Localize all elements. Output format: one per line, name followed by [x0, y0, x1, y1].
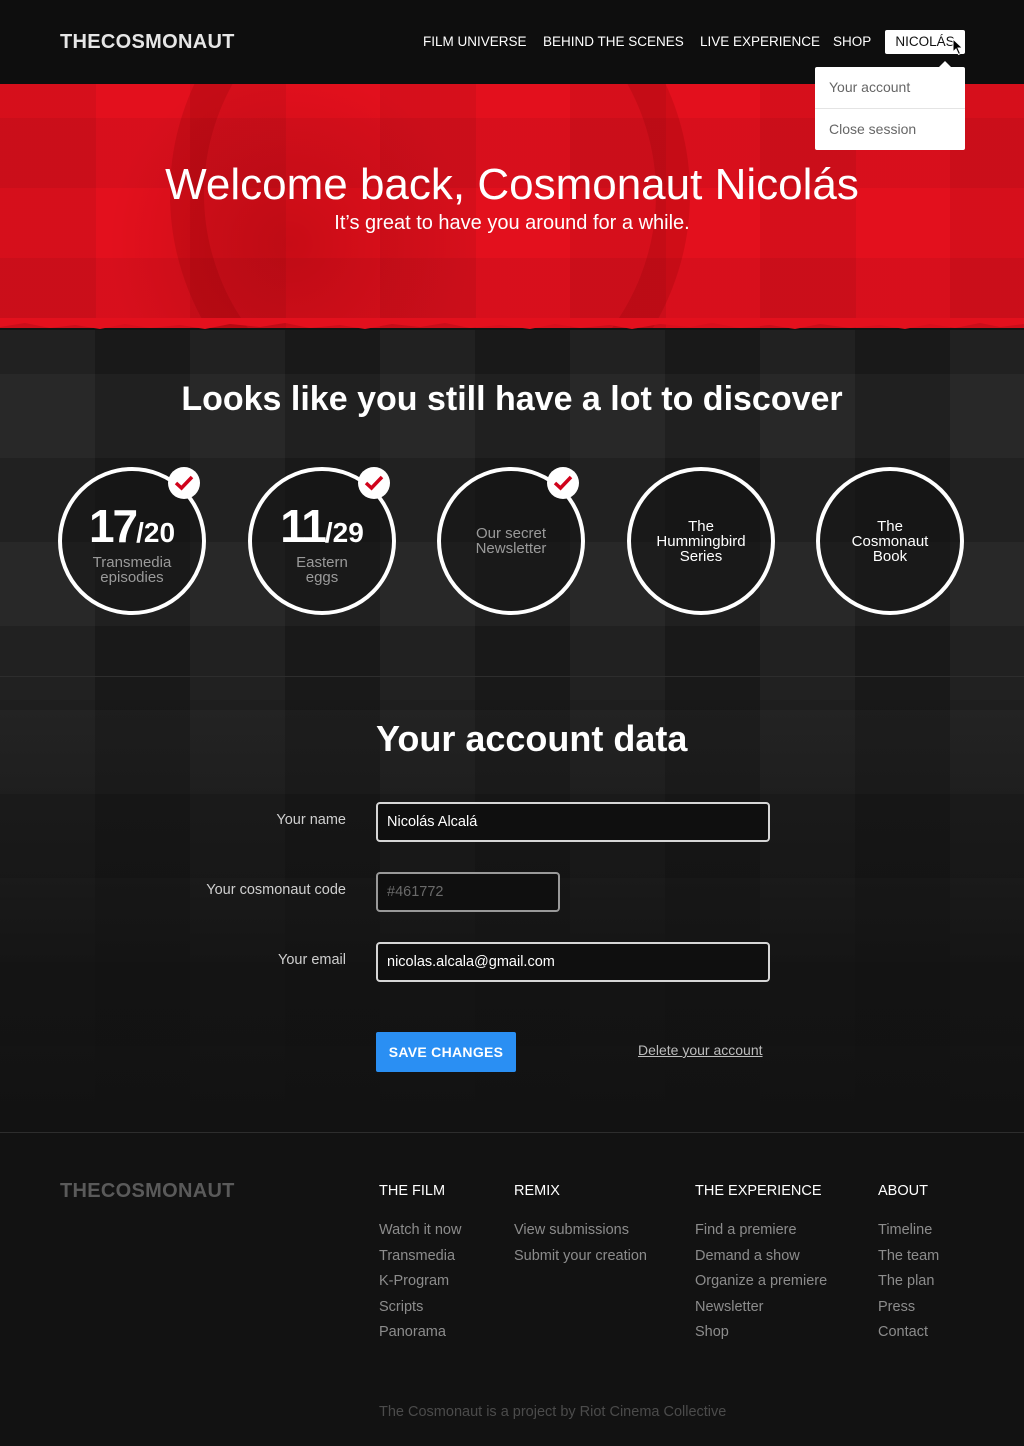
welcome-title: Welcome back, Cosmonaut Nicolás: [165, 160, 859, 209]
footer-column-the-film: THE FILM Watch it now Transmedia K-Progr…: [379, 1183, 461, 1349]
name-field[interactable]: [376, 802, 770, 842]
footer-link-organize-a-premiere[interactable]: Organize a premiere: [695, 1272, 827, 1298]
footer-link-press[interactable]: Press: [878, 1298, 939, 1324]
progress-circle-newsletter[interactable]: Our secret Newsletter: [437, 467, 585, 615]
save-changes-button[interactable]: SAVE CHANGES: [376, 1032, 516, 1072]
progress-circle-hummingbird[interactable]: The Hummingbird Series: [627, 467, 775, 615]
footer-credit: The Cosmonaut is a project by Riot Cinem…: [379, 1404, 727, 1420]
transmedia-label: Transmedia episodies: [92, 554, 172, 586]
footer-link-view-submissions[interactable]: View submissions: [514, 1221, 647, 1247]
footer-link-newsletter[interactable]: Newsletter: [695, 1298, 827, 1324]
footer-link-shop[interactable]: Shop: [695, 1323, 827, 1349]
footer-link-demand-a-show[interactable]: Demand a show: [695, 1247, 827, 1273]
progress-circle-book[interactable]: The Cosmonaut Book: [816, 467, 964, 615]
name-label: Your name: [276, 812, 346, 828]
nav-film-universe[interactable]: FILM UNIVERSE: [423, 30, 527, 54]
footer-link-the-team[interactable]: The team: [878, 1247, 939, 1273]
eastern-eggs-count: 11/29: [280, 500, 364, 552]
transmedia-count: 17/20: [88, 500, 176, 552]
progress-circle-transmedia[interactable]: 17/20 Transmedia episodies: [58, 467, 206, 615]
cosmonaut-code-field[interactable]: [376, 872, 560, 912]
footer-link-submit-your-creation[interactable]: Submit your creation: [514, 1247, 647, 1273]
footer-column-remix: REMIX View submissions Submit your creat…: [514, 1183, 647, 1272]
nav-behind-the-scenes[interactable]: BEHIND THE SCENES: [543, 30, 684, 54]
footer-column-title: THE EXPERIENCE: [695, 1183, 822, 1199]
footer-column-title: ABOUT: [878, 1183, 928, 1199]
delete-account-link[interactable]: Delete your account: [638, 1042, 763, 1058]
footer-divider: [0, 1132, 1024, 1133]
cosmonaut-code-label: Your cosmonaut code: [206, 882, 346, 898]
account-title: Your account data: [376, 718, 688, 759]
footer-column-the-experience: THE EXPERIENCE Find a premiere Demand a …: [695, 1183, 827, 1349]
discover-title: Looks like you still have a lot to disco…: [181, 380, 843, 418]
footer-column-title: THE FILM: [379, 1183, 446, 1199]
footer-link-scripts[interactable]: Scripts: [379, 1298, 461, 1324]
completed-check-icon: [358, 467, 390, 499]
completed-check-icon: [168, 467, 200, 499]
footer-link-watch-it-now[interactable]: Watch it now: [379, 1221, 461, 1247]
footer-logo[interactable]: THECOSMONAUT: [60, 1180, 235, 1203]
nav-live-experience[interactable]: LIVE EXPERIENCE: [700, 30, 820, 54]
footer-link-the-plan[interactable]: The plan: [878, 1272, 939, 1298]
email-label: Your email: [278, 952, 346, 968]
footer-link-k-program[interactable]: K-Program: [379, 1272, 461, 1298]
footer-link-panorama[interactable]: Panorama: [379, 1323, 461, 1349]
email-field[interactable]: [376, 942, 770, 982]
footer-link-timeline[interactable]: Timeline: [878, 1221, 939, 1247]
book-label: The Cosmonaut Book: [851, 517, 929, 565]
menu-item-close-session[interactable]: Close session: [815, 108, 965, 149]
footer-link-transmedia[interactable]: Transmedia: [379, 1247, 461, 1273]
footer-column-about: ABOUT Timeline The team The plan Press C…: [878, 1183, 939, 1349]
mouse-cursor-icon: [952, 38, 964, 56]
footer-column-title: REMIX: [514, 1183, 560, 1199]
main-nav: FILM UNIVERSE BEHIND THE SCENES LIVE EXP…: [0, 30, 1024, 54]
completed-check-icon: [547, 467, 579, 499]
welcome-subtitle: It’s great to have you around for a whil…: [334, 212, 690, 234]
section-divider: [0, 676, 1024, 677]
nav-shop[interactable]: SHOP: [833, 30, 871, 54]
menu-item-your-account[interactable]: Your account: [815, 67, 965, 108]
progress-circle-eastern-eggs[interactable]: 11/29 Eastern eggs: [248, 467, 396, 615]
footer-link-contact[interactable]: Contact: [878, 1323, 939, 1349]
footer-link-find-a-premiere[interactable]: Find a premiere: [695, 1221, 827, 1247]
user-dropdown-menu: Your account Close session: [815, 61, 965, 150]
torn-edge-decoration: [0, 318, 1024, 329]
eastern-eggs-label: Eastern eggs: [296, 554, 348, 586]
hummingbird-label: The Hummingbird Series: [656, 517, 746, 565]
